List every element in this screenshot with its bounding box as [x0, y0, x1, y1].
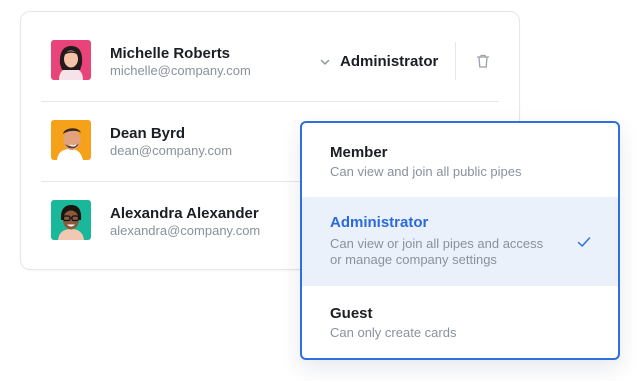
member-name: Alexandra Alexander: [110, 205, 259, 222]
chevron-down-icon: [319, 55, 331, 67]
trash-icon[interactable]: [475, 53, 491, 69]
divider: [455, 42, 456, 80]
role-option-description: Can only create cards: [330, 325, 457, 340]
role-option-description: Can view and join all public pipes: [330, 164, 522, 179]
role-option-administrator[interactable]: Administrator Can view or join all pipes…: [302, 197, 618, 286]
member-row: Michelle Roberts michelle@company.com Ad…: [41, 12, 501, 92]
member-email: michelle@company.com: [110, 63, 251, 78]
member-email: alexandra@company.com: [110, 223, 261, 238]
member-name: Dean Byrd: [110, 125, 186, 142]
role-option-title: Guest: [330, 305, 373, 322]
member-email: dean@company.com: [110, 143, 233, 158]
avatar: [51, 120, 91, 160]
avatar: [51, 40, 91, 80]
role-option-title: Member: [330, 144, 388, 161]
role-dropdown: Member Can view and join all public pipe…: [300, 121, 620, 360]
avatar: [51, 200, 91, 240]
member-name: Michelle Roberts: [110, 45, 231, 62]
role-option-description: Can view or join all pipes and access or…: [330, 236, 544, 267]
role-option-member[interactable]: Member Can view and join all public pipe…: [302, 123, 618, 197]
role-select[interactable]: Administrator: [319, 48, 439, 74]
role-option-title: Administrator: [330, 214, 429, 231]
role-option-guest[interactable]: Guest Can only create cards: [302, 286, 618, 358]
check-icon: [576, 234, 592, 250]
role-label: Administrator: [340, 52, 439, 70]
